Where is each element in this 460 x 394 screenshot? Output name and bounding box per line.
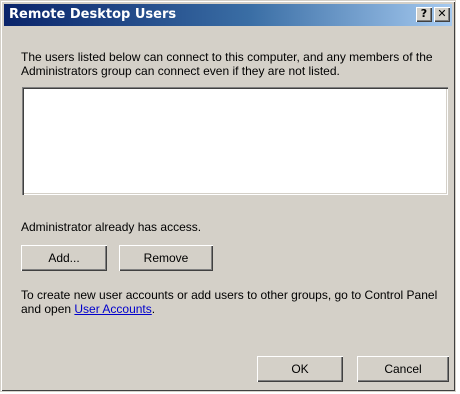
user-accounts-link[interactable]: User Accounts — [74, 302, 151, 316]
ok-button[interactable]: OK — [257, 356, 343, 382]
remove-button[interactable]: Remove — [119, 245, 213, 271]
users-listbox[interactable] — [22, 87, 448, 195]
info-text-end: . — [151, 302, 156, 316]
title-bar[interactable]: Remote Desktop Users ? ✕ — [4, 4, 452, 26]
add-button[interactable]: Add... — [21, 245, 107, 271]
user-accounts-info: To create new user accounts or add users… — [21, 288, 451, 316]
window-title: Remote Desktop Users — [9, 7, 177, 22]
users-description: The users listed below can connect to th… — [21, 50, 433, 78]
help-icon: ? — [420, 7, 428, 20]
remote-desktop-users-dialog: Remote Desktop Users ? ✕ The users liste… — [0, 0, 456, 392]
close-button[interactable]: ✕ — [434, 7, 450, 22]
close-icon: ✕ — [437, 7, 447, 20]
help-button[interactable]: ? — [416, 7, 432, 22]
cancel-button[interactable]: Cancel — [357, 356, 449, 382]
access-status-text: Administrator already has access. — [21, 220, 202, 234]
